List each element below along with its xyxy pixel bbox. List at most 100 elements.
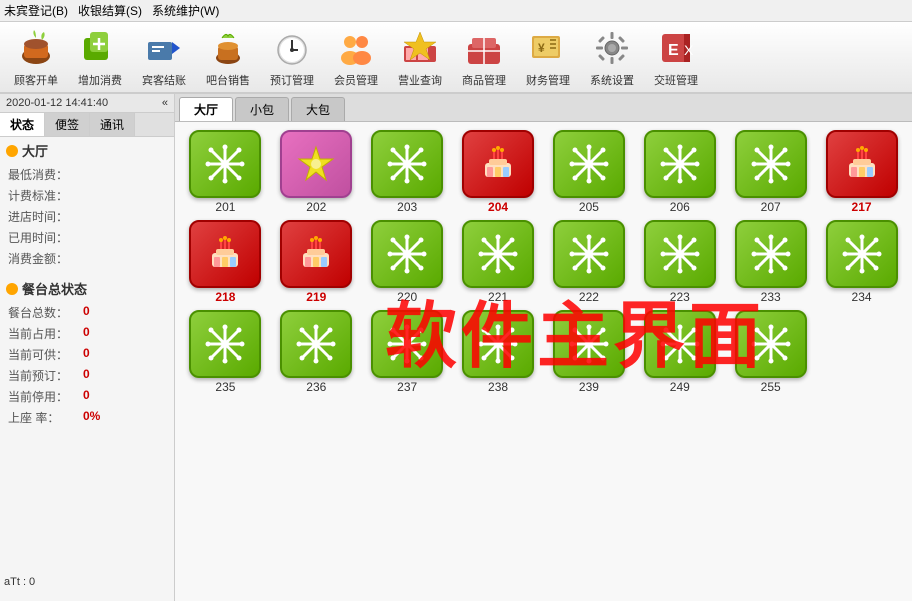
min-consume-label: 最低消费： xyxy=(8,166,73,183)
occupancy-value: 0% xyxy=(83,409,100,426)
table-cell-236[interactable]: 236 xyxy=(274,310,359,394)
table-cell-222[interactable]: 222 xyxy=(547,220,632,304)
table-number-207: 207 xyxy=(761,200,781,214)
table-cell-234[interactable]: 234 xyxy=(819,220,904,304)
table-icon-234 xyxy=(826,220,898,288)
table-icon-205 xyxy=(553,130,625,198)
settings-icon xyxy=(590,26,634,70)
table-icon-207 xyxy=(735,130,807,198)
tab-comm[interactable]: 通讯 xyxy=(90,113,135,136)
right-tab-large[interactable]: 大包 xyxy=(291,97,345,121)
table-icon-249 xyxy=(644,310,716,378)
table-number-201: 201 xyxy=(215,200,235,214)
menu-checkin[interactable]: 未宾登记(B) xyxy=(4,2,68,19)
table-icon-218 xyxy=(189,220,261,288)
table-icon-217 xyxy=(826,130,898,198)
checkin-label: 进店时间： xyxy=(8,208,73,225)
table-cell-207[interactable]: 207 xyxy=(728,130,813,214)
table-cell-218[interactable]: 218 xyxy=(183,220,268,304)
table-cell-235[interactable]: 235 xyxy=(183,310,268,394)
table-cell-233[interactable]: 233 xyxy=(728,220,813,304)
toolbar-add-consume-label: 增加消费 xyxy=(78,72,122,88)
occupied-row: 当前占用： 0 xyxy=(0,323,174,344)
table-cell-249[interactable]: 249 xyxy=(637,310,722,394)
occupancy-row: 上座 率： 0% xyxy=(0,407,174,428)
table-cell-202[interactable]: 202 xyxy=(274,130,359,214)
toolbar-guest-order-label: 顾客开单 xyxy=(14,72,58,88)
table-number-222: 222 xyxy=(579,290,599,304)
table-cell-219[interactable]: 219 xyxy=(274,220,359,304)
bar-sales-icon xyxy=(206,26,250,70)
toolbar-reservation[interactable]: 预订管理 xyxy=(264,26,320,88)
guest-order-icon xyxy=(14,26,58,70)
used-row: 已用时间： xyxy=(0,227,174,248)
table-icon-223 xyxy=(644,220,716,288)
toolbar-settings[interactable]: 系统设置 xyxy=(584,26,640,88)
table-cell-220[interactable]: 220 xyxy=(365,220,450,304)
toolbar-guest-order[interactable]: 顾客开单 xyxy=(8,26,64,88)
table-grid: 201 202203 204 205206 207 217 218 219 220221 222 2… xyxy=(175,122,912,402)
table-number-255: 255 xyxy=(761,380,781,394)
toolbar-reservation-label: 预订管理 xyxy=(270,72,314,88)
hall-title: 大厅 xyxy=(22,141,48,160)
table-cell-221[interactable]: 221 xyxy=(456,220,541,304)
table-cell-203[interactable]: 203 xyxy=(365,130,450,214)
hall-section-header: 大厅 xyxy=(0,137,174,164)
right-tab-hall[interactable]: 大厅 xyxy=(179,97,233,121)
main-layout: 2020-01-12 14:41:40 « 状态 便签 通讯 大厅 最低消费： … xyxy=(0,94,912,601)
menu-system[interactable]: 系统维护(W) xyxy=(152,2,219,19)
table-number-236: 236 xyxy=(306,380,326,394)
table-icon-222 xyxy=(553,220,625,288)
min-consume-row: 最低消费： xyxy=(0,164,174,185)
table-cell-237[interactable]: 237 xyxy=(365,310,450,394)
toolbar: 顾客开单 增加消费 宾客结账 xyxy=(0,22,912,94)
suspended-label: 当前停用： xyxy=(8,388,83,405)
tab-status[interactable]: 状态 xyxy=(0,113,45,136)
occupied-label: 当前占用： xyxy=(8,325,83,342)
table-icon-237 xyxy=(371,310,443,378)
table-cell-255[interactable]: 255 xyxy=(728,310,813,394)
toolbar-shift[interactable]: E X 交班管理 xyxy=(648,26,704,88)
table-cell-239[interactable]: 239 xyxy=(547,310,632,394)
member-icon xyxy=(334,26,378,70)
table-number-234: 234 xyxy=(852,290,872,304)
table-cell-217[interactable]: 217 xyxy=(819,130,904,214)
table-icon-206 xyxy=(644,130,716,198)
table-cell-223[interactable]: 223 xyxy=(637,220,722,304)
toolbar-checkout[interactable]: 宾客结账 xyxy=(136,26,192,88)
table-number-233: 233 xyxy=(761,290,781,304)
table-icon-202 xyxy=(280,130,352,198)
amount-row: 消费金额： xyxy=(0,248,174,269)
table-cell-238[interactable]: 238 xyxy=(456,310,541,394)
toolbar-business[interactable]: 营业查询 xyxy=(392,26,448,88)
toolbar-goods-label: 商品管理 xyxy=(462,72,506,88)
collapse-btn[interactable]: « xyxy=(162,97,168,109)
table-icon-203 xyxy=(371,130,443,198)
table-cell-201[interactable]: 201 xyxy=(183,130,268,214)
suspended-row: 当前停用： 0 xyxy=(0,386,174,407)
table-cell-204[interactable]: 204 xyxy=(456,130,541,214)
status-dot xyxy=(6,283,18,295)
table-cell-206[interactable]: 206 xyxy=(637,130,722,214)
table-icon-235 xyxy=(189,310,261,378)
table-icon-220 xyxy=(371,220,443,288)
toolbar-member[interactable]: 会员管理 xyxy=(328,26,384,88)
menu-cashier[interactable]: 收银结算(S) xyxy=(78,2,142,19)
toolbar-add-consume[interactable]: 增加消费 xyxy=(72,26,128,88)
toolbar-goods[interactable]: 商品管理 xyxy=(456,26,512,88)
toolbar-checkout-label: 宾客结账 xyxy=(142,72,186,88)
table-number-204: 204 xyxy=(488,200,508,214)
table-cell-205[interactable]: 205 xyxy=(547,130,632,214)
toolbar-finance[interactable]: ¥ 财务管理 xyxy=(520,26,576,88)
table-grid-container: 201 202203 204 205206 207 217 218 219 220221 222 2… xyxy=(175,122,912,402)
toolbar-bar-sales-label: 吧台销售 xyxy=(206,72,250,88)
occupancy-label: 上座 率： xyxy=(8,409,83,426)
toolbar-bar-sales[interactable]: 吧台销售 xyxy=(200,26,256,88)
table-number-237: 237 xyxy=(397,380,417,394)
right-tab-small[interactable]: 小包 xyxy=(235,97,289,121)
table-number-219: 219 xyxy=(306,290,326,304)
left-tabs-row: 状态 便签 通讯 xyxy=(0,113,174,137)
amount-label: 消费金额： xyxy=(8,250,73,267)
finance-icon: ¥ xyxy=(526,26,570,70)
tab-note[interactable]: 便签 xyxy=(45,113,90,136)
